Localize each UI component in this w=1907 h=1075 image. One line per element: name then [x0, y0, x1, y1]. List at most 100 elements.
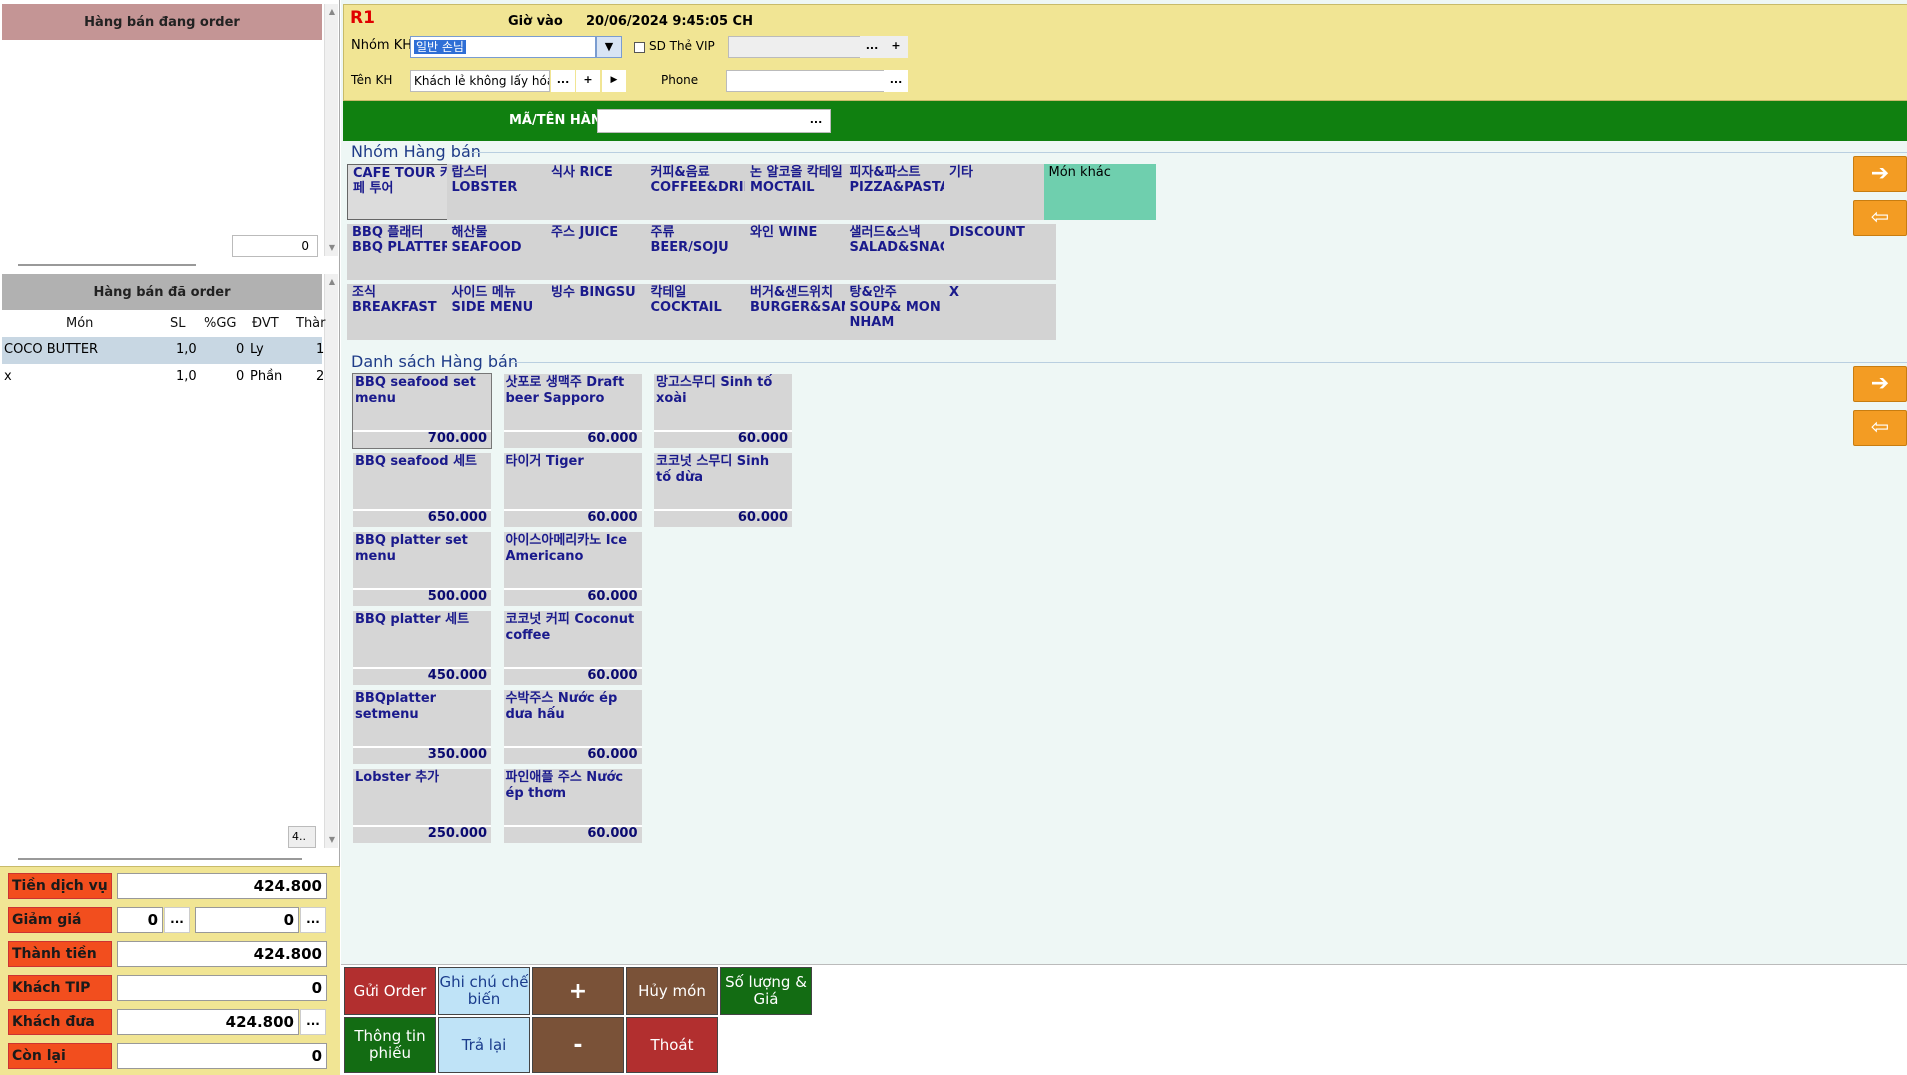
- category-tile[interactable]: 피자&파스트 PIZZA&PASTA: [844, 164, 957, 220]
- category-tile[interactable]: BBQ 플래터 BBQ PLATTER: [347, 224, 459, 280]
- product-name: 타이거 Tiger: [505, 454, 584, 469]
- category-tile[interactable]: 칵테일 COCKTAIL: [645, 284, 758, 340]
- search-input[interactable]: [597, 109, 831, 133]
- category-tile[interactable]: CAFE TOUR 카페 투어: [347, 164, 459, 220]
- phone-dots[interactable]: ...: [884, 70, 908, 92]
- product-tile[interactable]: BBQ seafood set menu 700.000: [352, 373, 492, 449]
- paid-dots[interactable]: ...: [300, 1009, 326, 1035]
- category-tile[interactable]: 탕&안주 SOUP& MON NHAM: [844, 284, 957, 340]
- product-tile[interactable]: BBQ platter 세트 450.000: [353, 611, 491, 685]
- category-tile[interactable]: 커피&음료 COFFEE&DRINKS: [645, 164, 758, 220]
- qty-price-button[interactable]: Số lượng & Giá: [720, 967, 812, 1015]
- pending-scrollbar[interactable]: ▲ ▼: [324, 4, 338, 256]
- ordered-scrollbar[interactable]: ▲ ▼: [324, 274, 338, 848]
- ordered-hscroll[interactable]: [18, 858, 302, 860]
- scroll-up-icon[interactable]: ▲: [326, 276, 338, 288]
- product-name: 아이스아메리카노 Ice Americano: [505, 533, 628, 564]
- product-tile[interactable]: 망고스무디 Sinh tố xoài 60.000: [654, 374, 792, 448]
- col-sl[interactable]: SL: [170, 306, 186, 340]
- phone-input[interactable]: [726, 70, 908, 92]
- product-price: 500.000: [427, 589, 487, 604]
- category-tile[interactable]: 주류 BEER/SOJU: [645, 224, 758, 280]
- col-dvt[interactable]: ĐVT: [252, 306, 279, 340]
- scroll-up-icon[interactable]: ▲: [326, 6, 338, 18]
- category-prev-button[interactable]: ⇦: [1853, 200, 1907, 236]
- product-name: BBQ seafood 세트: [355, 454, 477, 469]
- category-tile[interactable]: DISCOUNT: [944, 224, 1056, 280]
- category-tile[interactable]: 샐러드&스낵 SALAD&SNACK: [844, 224, 957, 280]
- category-tile[interactable]: 주스 JUICE: [546, 224, 658, 280]
- name-dots[interactable]: ...: [551, 70, 575, 92]
- exit-button[interactable]: Thoát: [626, 1017, 718, 1073]
- minus-button[interactable]: -: [532, 1017, 624, 1073]
- table-row[interactable]: COCO BUTTER 1,0 0 Ly 1: [2, 337, 324, 364]
- search-bar: MÃ/TÊN HÀNG ...: [343, 101, 1907, 141]
- cancel-item-button[interactable]: Hủy món: [626, 967, 718, 1015]
- page-indicator[interactable]: 4..: [288, 826, 316, 848]
- category-tile[interactable]: 기타: [944, 164, 1056, 220]
- plus-button[interactable]: +: [532, 967, 624, 1015]
- products-title: Danh sách Hàng bán: [351, 352, 518, 371]
- category-next-button[interactable]: ➔: [1853, 156, 1907, 192]
- kitchen-note-button[interactable]: Ghi chú chế biến: [438, 967, 530, 1015]
- col-gg[interactable]: %GG: [204, 306, 237, 340]
- col-mon[interactable]: Món: [66, 306, 93, 340]
- name-next-icon[interactable]: ▶: [602, 70, 626, 92]
- category-tile[interactable]: 논 알코올 칵테일 MOCTAIL: [745, 164, 857, 220]
- tip-input[interactable]: 0: [117, 975, 327, 1001]
- product-next-button[interactable]: ➔: [1853, 366, 1907, 402]
- scroll-down-icon[interactable]: ▼: [326, 242, 338, 254]
- product-tile[interactable]: 타이거 Tiger 60.000: [503, 453, 642, 527]
- category-tile[interactable]: Món khác: [1043, 164, 1156, 220]
- table-row[interactable]: x 1,0 0 Phần 2: [2, 364, 324, 391]
- remain-label: Còn lại: [8, 1043, 112, 1069]
- bill-info-button[interactable]: Thông tin phiếu: [344, 1017, 436, 1073]
- name-add[interactable]: +: [576, 70, 600, 92]
- return-button[interactable]: Trả lại: [438, 1017, 530, 1073]
- product-tile[interactable]: BBQ seafood 세트 650.000: [353, 453, 491, 527]
- category-tile[interactable]: 랍스터 LOBSTER: [446, 164, 559, 220]
- product-tile[interactable]: 수박주스 Nước ép dưa hấu 60.000: [503, 690, 642, 764]
- total-label: Thành tiền: [8, 941, 112, 967]
- vip-dots[interactable]: ...: [860, 36, 884, 58]
- product-tile[interactable]: 파인애플 주스 Nước ép thơm 60.000: [503, 769, 642, 843]
- service-label: Tiền dịch vụ: [8, 873, 112, 899]
- product-tile[interactable]: 아이스아메리카노 Ice Americano 60.000: [503, 532, 642, 606]
- name-label: Tên KH: [351, 73, 393, 87]
- send-order-button[interactable]: Gửi Order: [344, 967, 436, 1015]
- category-tile[interactable]: 사이드 메뉴 SIDE MENU: [446, 284, 559, 340]
- chevron-down-icon[interactable]: ▼: [596, 36, 622, 58]
- category-tile[interactable]: 빙수 BINGSU: [546, 284, 658, 340]
- paid-label: Khách đưa: [8, 1009, 112, 1035]
- vip-add[interactable]: +: [884, 36, 908, 58]
- discount-amount[interactable]: 0: [195, 907, 299, 933]
- category-tile[interactable]: 와인 WINE: [745, 224, 857, 280]
- paid-input[interactable]: 424.800: [117, 1009, 299, 1035]
- product-tile[interactable]: 삿포로 생맥주 Draft beer Sapporo 60.000: [503, 374, 642, 448]
- category-tile[interactable]: 조식 BREAKFAST: [347, 284, 459, 340]
- vip-checkbox[interactable]: [634, 42, 645, 53]
- category-tile[interactable]: X: [944, 284, 1056, 340]
- product-tile[interactable]: BBQplatter setmenu 350.000: [353, 690, 491, 764]
- category-tile[interactable]: 버거&샌드위치 BURGER&SANDWICH: [745, 284, 857, 340]
- name-input[interactable]: Khách lẻ không lấy hóa đ: [410, 70, 550, 92]
- product-name: Lobster 추가: [355, 770, 440, 785]
- discount-amount-dots[interactable]: ...: [300, 907, 326, 933]
- discount-percent-dots[interactable]: ...: [164, 907, 190, 933]
- product-tile[interactable]: BBQ platter set menu 500.000: [353, 532, 491, 606]
- search-dots[interactable]: ...: [803, 110, 829, 132]
- product-prev-button[interactable]: ⇦: [1853, 410, 1907, 446]
- category-tile[interactable]: 해산물 SEAFOOD: [446, 224, 559, 280]
- product-tile[interactable]: Lobster 추가 250.000: [353, 769, 491, 843]
- col-thanh[interactable]: Thàr: [296, 306, 326, 340]
- product-name: BBQ seafood set menu: [355, 375, 476, 406]
- group-select[interactable]: 일반 손님: [410, 36, 596, 58]
- product-tile[interactable]: 코코넛 스무디 Sinh tố dừa 60.000: [654, 453, 792, 527]
- category-tile[interactable]: 식사 RICE: [546, 164, 658, 220]
- pending-hscroll[interactable]: [18, 264, 196, 266]
- product-tile[interactable]: 코코넛 커피 Coconut coffee 60.000: [503, 611, 642, 685]
- discount-percent[interactable]: 0: [117, 907, 163, 933]
- scroll-down-icon[interactable]: ▼: [326, 834, 338, 846]
- product-name: 코코넛 스무디 Sinh tố dừa: [656, 454, 770, 485]
- order-header: R1 Giờ vào 20/06/2024 9:45:05 CH Nhóm KH…: [343, 4, 1907, 101]
